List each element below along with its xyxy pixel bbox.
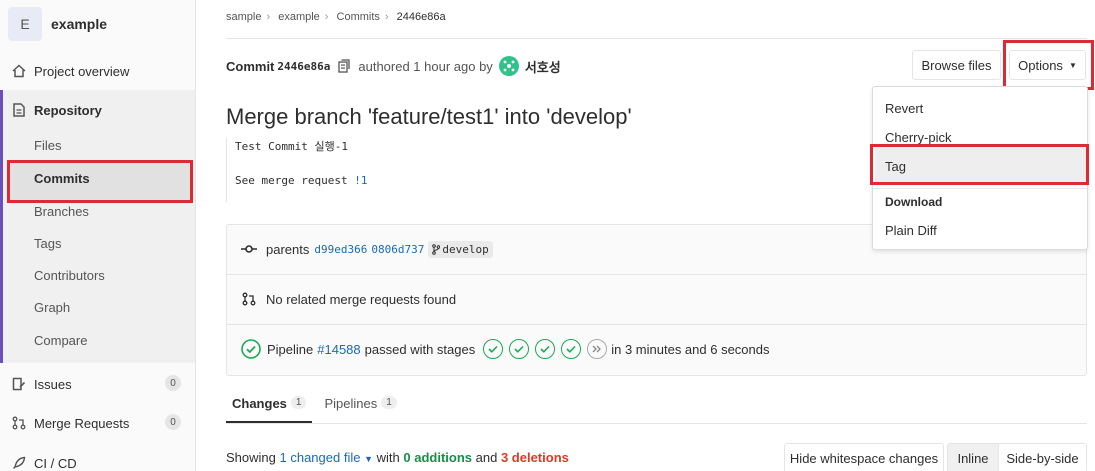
pipeline-label: Pipeline: [267, 341, 314, 357]
sidebar-item-graph[interactable]: Graph: [34, 300, 70, 315]
author-avatar[interactable]: [498, 56, 519, 76]
menu-item-revert[interactable]: Revert: [885, 101, 923, 116]
commit-tabs: Changes 1 Pipelines 1: [226, 390, 1087, 424]
branch-badge[interactable]: develop: [428, 240, 493, 258]
commit-description: Test Commit 실행-1 See merge request !1: [226, 138, 367, 202]
project-avatar: E: [8, 7, 42, 41]
sidebar-item-repository[interactable]: Repository: [0, 101, 195, 119]
hide-whitespace-button[interactable]: Hide whitespace changes: [784, 443, 944, 471]
menu-item-plain-diff[interactable]: Plain Diff: [885, 223, 937, 238]
menu-item-cherry-pick[interactable]: Cherry-pick: [885, 130, 951, 145]
side-by-side-button[interactable]: Side-by-side: [998, 443, 1087, 471]
sidebar-item-compare[interactable]: Compare: [34, 333, 87, 348]
sidebar-item-label: Repository: [34, 102, 102, 118]
project-header[interactable]: E example: [0, 0, 195, 48]
sidebar-item-commits[interactable]: Commits: [34, 171, 90, 186]
breadcrumb-item[interactable]: Commits: [337, 11, 380, 23]
issues-count-badge: 0: [165, 375, 181, 391]
parent-sha-link[interactable]: d99ed366: [314, 243, 367, 256]
caret-down-icon: ▼: [364, 454, 373, 464]
stage-success-icon[interactable]: [561, 339, 582, 359]
sidebar-item-branches[interactable]: Branches: [34, 204, 89, 219]
stage-success-icon[interactable]: [509, 339, 530, 359]
stage-success-icon[interactable]: [535, 339, 556, 359]
breadcrumb: sample › example › Commits › 2446e86a: [226, 11, 446, 23]
merge-request-icon: [12, 416, 26, 430]
menu-header-download: Download: [885, 195, 943, 209]
changed-files-dropdown[interactable]: 1 changed file ▼: [280, 450, 374, 465]
project-name[interactable]: example: [51, 16, 107, 32]
sidebar: E example Project overview Repository Fi…: [0, 0, 196, 471]
breadcrumb-item[interactable]: example: [278, 11, 320, 23]
no-mr-text: No related merge requests found: [266, 291, 457, 307]
deletions-count: 3 deletions: [500, 450, 569, 465]
sidebar-item-files[interactable]: Files: [34, 138, 61, 153]
status-success-icon[interactable]: [241, 339, 261, 359]
stage-success-icon[interactable]: [483, 339, 504, 359]
tab-pipelines[interactable]: Pipelines 1: [318, 390, 402, 423]
description-line: Test Commit 실행-1: [235, 140, 348, 153]
browse-files-button[interactable]: Browse files: [912, 50, 1001, 80]
description-line: See merge request !1: [235, 174, 368, 187]
authored-text: authored 1 hour ago by: [358, 58, 493, 74]
breadcrumb-current: 2446e86a: [396, 11, 446, 23]
home-icon: [12, 64, 26, 78]
sidebar-item-label: Project overview: [34, 63, 130, 79]
commit-label: Commit: [226, 58, 275, 74]
pipeline-row: Pipeline #14588 passed with stages in 3 …: [227, 337, 1086, 361]
sidebar-item-cicd[interactable]: CI / CD: [0, 454, 195, 471]
merge-requests-row: No related merge requests found: [227, 289, 1086, 309]
divider: [226, 38, 1087, 39]
mr-count-badge: 0: [165, 414, 181, 430]
sidebar-item-tags[interactable]: Tags: [34, 236, 61, 251]
sidebar-item-label: Merge Requests: [34, 415, 130, 431]
copy-icon[interactable]: [338, 59, 351, 73]
commit-sha: 2446e86a: [277, 59, 331, 73]
tab-changes[interactable]: Changes 1: [226, 390, 313, 423]
sidebar-item-label: CI / CD: [34, 455, 77, 471]
sidebar-item-contributors[interactable]: Contributors: [34, 268, 105, 283]
inline-view-button[interactable]: Inline: [947, 443, 999, 471]
pipeline-passed-text: passed with stages: [364, 341, 476, 357]
rocket-icon: [12, 456, 26, 470]
sidebar-item-label: Issues: [34, 376, 72, 392]
options-highlight: [1003, 40, 1094, 90]
pipeline-duration: in 3 minutes and 6 seconds: [611, 341, 770, 357]
merge-request-icon: [241, 292, 257, 306]
changes-count: 1: [290, 396, 307, 409]
parent-sha-link[interactable]: 0806d737: [371, 243, 424, 256]
sidebar-item-overview[interactable]: Project overview: [0, 62, 195, 80]
additions-count: 0 additions: [403, 450, 472, 465]
commit-header: Commit 2446e86a authored 1 hour ago by 서…: [226, 56, 561, 76]
repository-section: [0, 90, 195, 363]
tag-highlight: [870, 144, 1089, 185]
parents-label: parents: [266, 241, 310, 257]
diff-summary: Showing 1 changed file ▼ with 0 addition…: [226, 450, 569, 465]
document-icon: [12, 103, 26, 117]
commit-title: Merge branch 'feature/test1' into 'devel…: [226, 104, 632, 129]
commit-icon: [241, 244, 257, 254]
merge-request-link[interactable]: !1: [354, 174, 367, 187]
stage-skipped-icon[interactable]: [587, 339, 608, 359]
issues-icon: [12, 377, 26, 391]
pipeline-link[interactable]: #14588: [317, 342, 360, 357]
breadcrumb-item[interactable]: sample: [226, 11, 261, 23]
branch-icon: [432, 243, 441, 255]
pipelines-count: 1: [381, 396, 397, 409]
author-name[interactable]: 서호성: [525, 57, 561, 76]
